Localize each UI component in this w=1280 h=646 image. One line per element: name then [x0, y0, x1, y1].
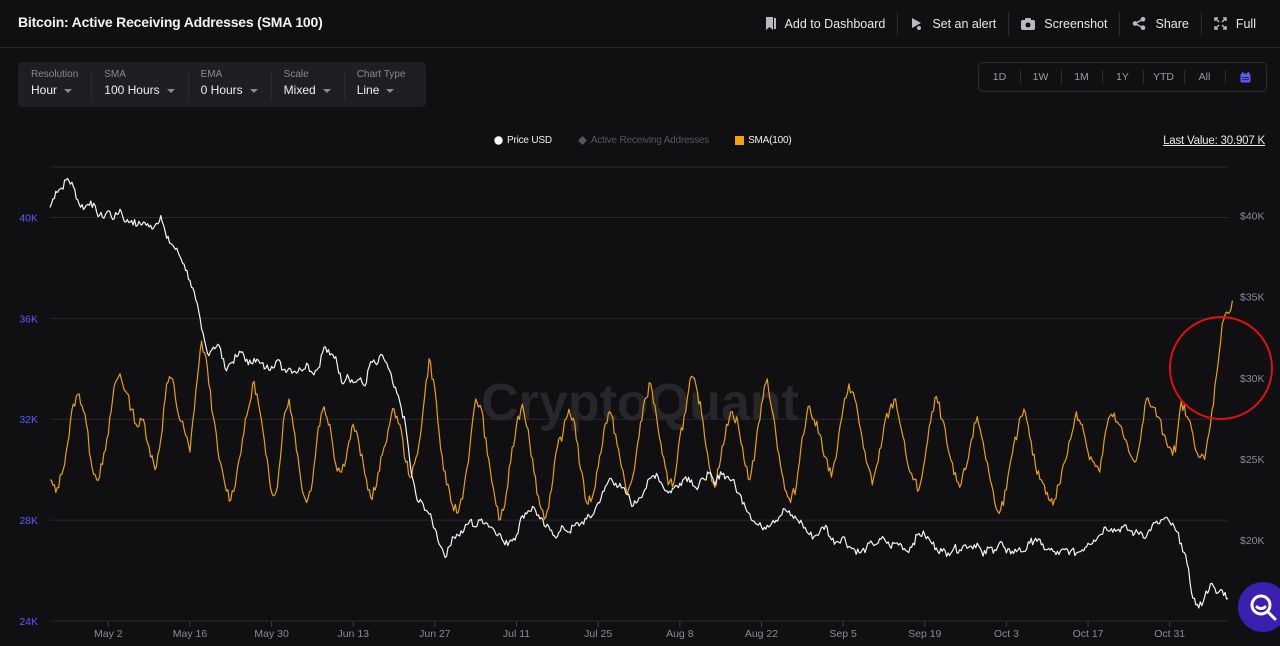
- range-ytd-button[interactable]: YTD: [1143, 70, 1184, 84]
- legend-item-price-usd[interactable]: Price USD: [494, 135, 552, 146]
- top-bar: Bitcoin: Active Receiving Addresses (SMA…: [0, 0, 1280, 48]
- ema-label: EMA: [200, 69, 223, 80]
- header-actions: Add to Dashboard Set an alert Screenshot…: [753, 0, 1268, 47]
- chart-legend: Price USD Active Receiving Addresses SMA…: [494, 135, 818, 146]
- calendar-icon: [1240, 71, 1251, 83]
- x-axis-tick-label: Jul 25: [584, 628, 612, 640]
- set-alert-label: Set an alert: [932, 16, 997, 31]
- x-axis-tick-label: Aug 8: [666, 628, 694, 640]
- x-axis-tick-label: Oct 31: [1154, 628, 1185, 640]
- sma-value: 100 Hours: [104, 83, 160, 97]
- fullscreen-icon: [1214, 17, 1227, 30]
- range-1w-button[interactable]: 1W: [1020, 70, 1061, 84]
- x-axis-tick-label: Jun 27: [419, 628, 451, 640]
- sma-label: SMA: [104, 69, 126, 80]
- right-axis-tick-label: $40K: [1240, 211, 1265, 223]
- resolution-value: Hour: [31, 83, 58, 97]
- range-all-button[interactable]: All: [1184, 70, 1225, 84]
- watermark: CryptoQuant: [481, 374, 799, 432]
- sma-dropdown[interactable]: SMA 100 Hours: [91, 62, 187, 107]
- chart-settings-bar: Resolution Hour SMA 100 Hours EMA 0 Hour…: [18, 62, 426, 107]
- floating-search-button[interactable]: [1238, 582, 1280, 632]
- bell-icon: [912, 18, 922, 30]
- chevron-down-icon: [322, 89, 331, 93]
- scale-dropdown[interactable]: Scale Mixed: [270, 62, 344, 107]
- x-axis-tick-label: May 30: [254, 628, 289, 640]
- share-button[interactable]: Share: [1119, 11, 1200, 36]
- sma-100-line: [49, 300, 1233, 521]
- left-axis-tick-label: 40K: [19, 212, 38, 224]
- annotation-circle: [1169, 316, 1273, 420]
- fullscreen-button[interactable]: Full: [1200, 11, 1268, 36]
- add-to-dashboard-button[interactable]: Add to Dashboard: [753, 12, 898, 36]
- x-axis-tick-label: Sep 19: [908, 628, 941, 640]
- chart-type-value: Line: [356, 83, 380, 97]
- left-axis-tick-label: 28K: [19, 515, 38, 527]
- legend-label: SMA(100): [748, 135, 792, 146]
- x-axis-tick-label: Oct 3: [994, 628, 1019, 640]
- chart-type-dropdown[interactable]: Chart Type Line: [343, 62, 419, 107]
- chevron-down-icon: [64, 89, 73, 93]
- scale-value: Mixed: [283, 83, 316, 97]
- right-axis-tick-label: $20K: [1240, 535, 1265, 547]
- right-axis-tick-label: $35K: [1240, 292, 1265, 304]
- camera-icon: [1021, 17, 1036, 30]
- fullscreen-label: Full: [1235, 16, 1256, 31]
- share-icon: [1133, 17, 1146, 30]
- legend-label: Active Receiving Addresses: [590, 135, 710, 146]
- right-axis-tick-label: $25K: [1240, 454, 1265, 466]
- x-axis-tick-label: May 16: [173, 628, 208, 640]
- ema-value: 0 Hours: [200, 83, 243, 97]
- set-alert-button[interactable]: Set an alert: [897, 11, 1008, 36]
- add-to-dashboard-label: Add to Dashboard: [784, 16, 886, 31]
- x-axis-tick-label: May 2: [94, 628, 123, 640]
- ema-dropdown[interactable]: EMA 0 Hours: [187, 62, 271, 107]
- left-axis-tick-label: 36K: [19, 313, 38, 325]
- search-icon: [1250, 594, 1277, 621]
- x-axis-tick-label: Sep 5: [829, 628, 857, 640]
- left-axis-tick-label: 24K: [19, 616, 38, 628]
- range-1d-button[interactable]: 1D: [979, 70, 1020, 84]
- legend-diamond-icon: [577, 136, 587, 145]
- page-title: Bitcoin: Active Receiving Addresses (SMA…: [18, 14, 323, 30]
- legend-item-sma-100[interactable]: SMA(100): [735, 135, 792, 146]
- chart-type-label: Chart Type: [356, 69, 406, 80]
- screenshot-button[interactable]: Screenshot: [1008, 11, 1119, 36]
- chevron-down-icon: [386, 89, 395, 93]
- right-axis-tick-label: $30K: [1240, 373, 1265, 385]
- scale-label: Scale: [283, 69, 309, 80]
- bookmark-icon: [765, 17, 776, 30]
- x-axis-tick-label: Oct 17: [1073, 628, 1104, 640]
- legend-circle-icon: [494, 136, 503, 145]
- date-picker-button[interactable]: [1225, 70, 1266, 84]
- share-label: Share: [1155, 16, 1189, 31]
- legend-label: Price USD: [507, 135, 552, 146]
- time-range-selector: 1D 1W 1M 1Y YTD All: [978, 62, 1267, 92]
- x-axis-tick-label: Jun 13: [337, 628, 369, 640]
- price-usd-line: [49, 177, 1229, 609]
- x-axis-tick-label: Jul 11: [503, 628, 530, 640]
- chevron-down-icon: [166, 89, 175, 93]
- legend-item-active-receiving-addresses[interactable]: Active Receiving Addresses: [577, 135, 710, 146]
- x-axis-tick-label: Aug 22: [745, 628, 778, 640]
- range-1y-button[interactable]: 1Y: [1102, 70, 1143, 84]
- chevron-down-icon: [249, 89, 258, 93]
- left-axis-tick-label: 32K: [19, 414, 38, 426]
- legend-square-icon: [735, 136, 745, 145]
- resolution-label: Resolution: [31, 69, 79, 80]
- last-value-link[interactable]: Last Value: 30.907 K: [1163, 135, 1265, 147]
- resolution-dropdown[interactable]: Resolution Hour: [18, 62, 91, 107]
- range-1m-button[interactable]: 1M: [1061, 70, 1102, 84]
- screenshot-label: Screenshot: [1044, 16, 1108, 31]
